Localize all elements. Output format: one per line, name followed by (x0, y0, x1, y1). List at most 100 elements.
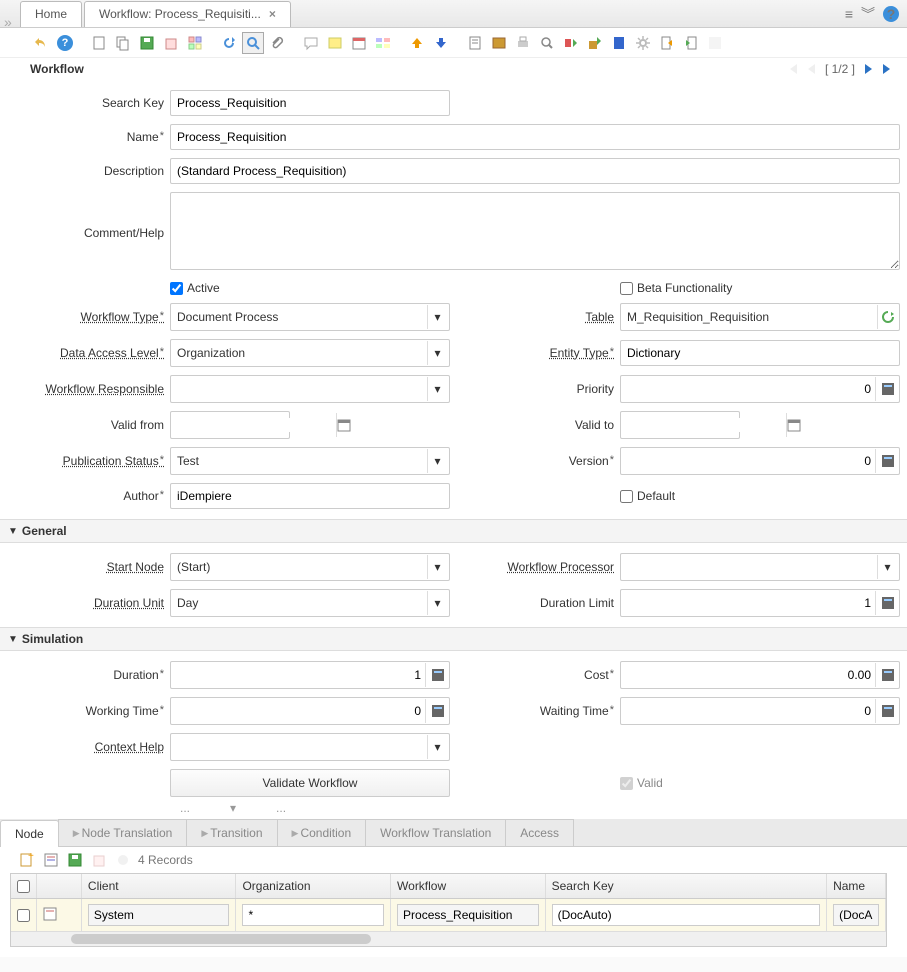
section-simulation[interactable]: ▼Simulation (0, 627, 907, 651)
delete-icon[interactable] (160, 32, 182, 54)
refresh-icon[interactable] (218, 32, 240, 54)
new-detail-icon[interactable]: + (18, 851, 36, 869)
col-name[interactable]: Name (827, 874, 886, 898)
calculator-icon[interactable] (875, 449, 899, 473)
col-org[interactable]: Organization (236, 874, 391, 898)
start-node-select[interactable]: (Start)▾ (170, 553, 450, 581)
active-checkbox[interactable] (170, 282, 183, 295)
cell-search-key[interactable] (552, 904, 821, 926)
calculator-icon[interactable] (875, 591, 899, 615)
collapse-icon[interactable]: ︾ (861, 4, 875, 24)
subtab-node-translation[interactable]: ▶Node Translation (58, 819, 188, 846)
subtab-access[interactable]: Access (505, 819, 574, 846)
chat-icon[interactable] (300, 32, 322, 54)
description-input[interactable] (170, 158, 900, 184)
multi-icon[interactable] (372, 32, 394, 54)
first-record-icon[interactable] (785, 62, 799, 76)
save-icon[interactable] (136, 32, 158, 54)
search-key-input[interactable] (170, 90, 450, 116)
col-search-key[interactable]: Search Key (546, 874, 828, 898)
export-icon[interactable] (656, 32, 678, 54)
label-table[interactable]: Table (450, 310, 620, 324)
valid-to-input[interactable] (620, 411, 740, 439)
label-start-node[interactable]: Start Node (10, 560, 170, 574)
report-icon[interactable] (464, 32, 486, 54)
context-help-select[interactable]: ▾ (170, 733, 450, 761)
more-dots1[interactable]: ... (180, 801, 190, 815)
attachment-icon[interactable] (266, 32, 288, 54)
note-icon[interactable] (324, 32, 346, 54)
tab-workflow[interactable]: Workflow: Process_Requisiti... × (84, 1, 291, 27)
calculator-icon[interactable] (875, 663, 899, 687)
version-input[interactable] (620, 447, 900, 475)
select-all-checkbox[interactable] (17, 880, 30, 893)
menu-icon[interactable]: ≡ (845, 6, 853, 22)
valid-from-input[interactable] (170, 411, 290, 439)
close-icon[interactable]: × (269, 7, 276, 21)
beta-checkbox[interactable] (620, 282, 633, 295)
calendar-icon[interactable] (786, 413, 801, 437)
cell-name[interactable] (833, 904, 879, 926)
calendar-icon[interactable] (348, 32, 370, 54)
scrollbar-thumb[interactable] (71, 934, 371, 944)
doc-blue-icon[interactable] (608, 32, 630, 54)
cell-org[interactable] (242, 904, 384, 926)
table-select[interactable]: M_Requisition_Requisition (620, 303, 900, 331)
row-edit-icon[interactable] (43, 907, 57, 924)
zoom-icon[interactable] (536, 32, 558, 54)
working-time-input[interactable] (170, 697, 450, 725)
workflow-processor-select[interactable]: ▾ (620, 553, 900, 581)
import2-icon[interactable] (680, 32, 702, 54)
subtab-workflow-translation[interactable]: Workflow Translation (365, 819, 506, 846)
prev-record-icon[interactable] (805, 62, 819, 76)
data-access-select[interactable]: Organization▾ (170, 339, 450, 367)
table-row[interactable] (11, 899, 886, 932)
undo-icon[interactable] (30, 32, 52, 54)
calculator-icon[interactable] (425, 699, 449, 723)
row-checkbox[interactable] (17, 909, 30, 922)
next-record-icon[interactable] (861, 62, 875, 76)
sidebar-expand-icon[interactable]: » (4, 14, 12, 30)
label-pub-status[interactable]: Publication Status (10, 454, 170, 468)
col-client[interactable]: Client (82, 874, 237, 898)
help-icon[interactable]: ? (883, 6, 899, 22)
chevron-down-small-icon[interactable]: ▾ (230, 801, 236, 815)
search-icon[interactable] (242, 32, 264, 54)
duration-input[interactable] (170, 661, 450, 689)
calculator-icon[interactable] (875, 699, 899, 723)
label-data-access[interactable]: Data Access Level (10, 346, 170, 360)
label-workflow-processor[interactable]: Workflow Processor (450, 560, 620, 574)
new-icon[interactable] (88, 32, 110, 54)
more-dots2[interactable]: ... (276, 801, 286, 815)
subtab-node[interactable]: Node (0, 820, 59, 847)
process-icon[interactable] (560, 32, 582, 54)
help-button-icon[interactable]: ? (54, 32, 76, 54)
last-record-icon[interactable] (881, 62, 895, 76)
author-input[interactable] (170, 483, 450, 509)
calculator-icon[interactable] (425, 663, 449, 687)
workflow-responsible-select[interactable]: ▾ (170, 375, 450, 403)
delete-detail-icon[interactable] (90, 851, 108, 869)
subtab-transition[interactable]: ▶Transition (186, 819, 277, 846)
subtab-condition[interactable]: ▶Condition (277, 819, 367, 846)
duration-unit-select[interactable]: Day▾ (170, 589, 450, 617)
label-duration-unit[interactable]: Duration Unit (10, 596, 170, 610)
label-workflow-responsible[interactable]: Workflow Responsible (10, 382, 170, 396)
cost-input[interactable] (620, 661, 900, 689)
waiting-time-input[interactable] (620, 697, 900, 725)
save-detail-icon[interactable] (66, 851, 84, 869)
label-workflow-type[interactable]: Workflow Type (10, 310, 170, 324)
pub-status-select[interactable]: Test▾ (170, 447, 450, 475)
label-context-help[interactable]: Context Help (10, 740, 170, 754)
refresh-arrow-icon[interactable] (877, 305, 897, 329)
validate-workflow-button[interactable]: Validate Workflow (170, 769, 450, 797)
edit-detail-icon[interactable] (42, 851, 60, 869)
arrow-down-icon[interactable] (430, 32, 452, 54)
calendar-icon[interactable] (336, 413, 351, 437)
workflow-type-select[interactable]: Document Process▾ (170, 303, 450, 331)
col-workflow[interactable]: Workflow (391, 874, 546, 898)
name-input[interactable] (170, 124, 900, 150)
arrow-up-icon[interactable] (406, 32, 428, 54)
calculator-icon[interactable] (875, 377, 899, 401)
horizontal-scrollbar[interactable] (11, 932, 886, 946)
